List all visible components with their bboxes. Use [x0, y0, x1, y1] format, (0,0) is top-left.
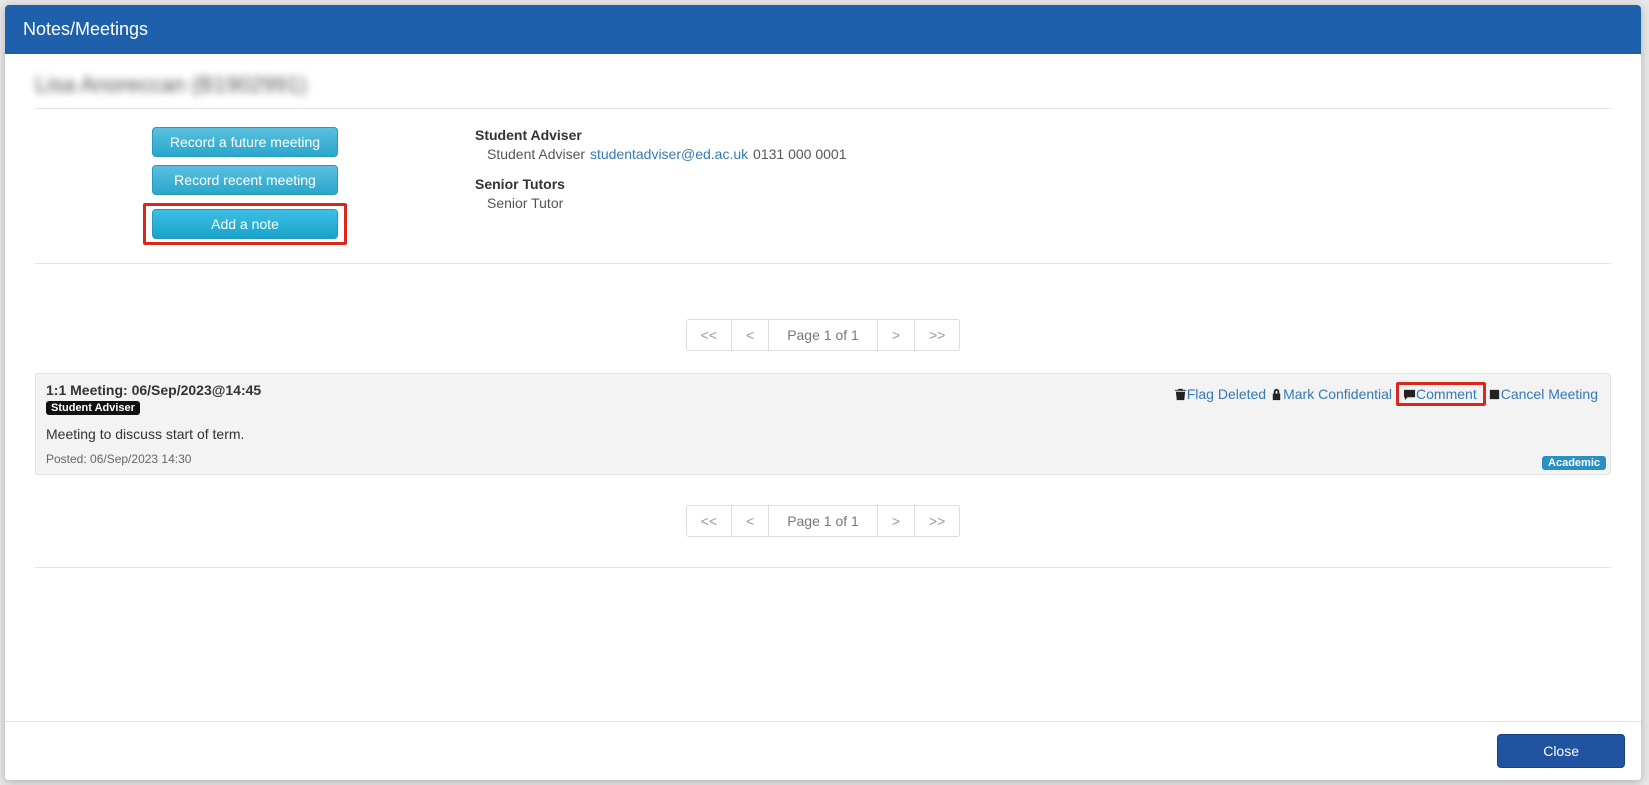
student-name: Lisa Anoreccan (B1902991)	[35, 72, 1611, 98]
record-recent-meeting-button[interactable]: Record recent meeting	[152, 165, 338, 195]
note-category-badge: Academic	[1542, 456, 1606, 470]
top-section: Record a future meeting Record recent me…	[35, 127, 1611, 245]
divider	[35, 263, 1611, 264]
student-adviser-row: Student Adviser studentadviser@ed.ac.uk …	[475, 146, 1611, 162]
pagination-top: << < Page 1 of 1 > >>	[35, 319, 1611, 351]
page-next-button[interactable]: >	[877, 319, 915, 351]
notes-meetings-modal: Notes/Meetings Lisa Anoreccan (B1902991)…	[5, 5, 1641, 780]
comment-highlight: Comment	[1396, 382, 1486, 406]
mark-confidential-link[interactable]: Mark Confidential	[1283, 386, 1392, 402]
modal-header: Notes/Meetings	[5, 5, 1641, 54]
note-title: 1:1 Meeting: 06/Sep/2023@14:45	[46, 382, 261, 398]
note-posted: Posted: 06/Sep/2023 14:30	[46, 452, 1600, 466]
add-a-note-button[interactable]: Add a note	[152, 209, 338, 239]
page-first-button[interactable]: <<	[686, 319, 732, 351]
divider	[35, 108, 1611, 109]
adviser-email-link[interactable]: studentadviser@ed.ac.uk	[590, 146, 748, 162]
pagination-bottom: << < Page 1 of 1 > >>	[35, 505, 1611, 537]
senior-tutors-heading: Senior Tutors	[475, 176, 1611, 192]
senior-tutor-row: Senior Tutor	[475, 195, 1611, 211]
page-first-button[interactable]: <<	[686, 505, 732, 537]
page-label: Page 1 of 1	[768, 319, 878, 351]
tutor-role: Senior Tutor	[487, 195, 563, 211]
divider	[35, 567, 1611, 568]
cancel-meeting-group: Cancel Meeting	[1488, 386, 1600, 402]
add-note-highlight: Add a note	[143, 203, 347, 245]
page-label: Page 1 of 1	[768, 505, 878, 537]
trash-icon	[1174, 388, 1187, 401]
modal-title: Notes/Meetings	[23, 19, 148, 39]
page-last-button[interactable]: >>	[914, 319, 960, 351]
note-actions: Flag Deleted Mark Confidential Comment	[1174, 382, 1600, 406]
comment-link[interactable]: Comment	[1416, 386, 1477, 402]
note-role-badge: Student Adviser	[46, 401, 140, 415]
note-title-block: 1:1 Meeting: 06/Sep/2023@14:45 Student A…	[46, 382, 261, 416]
info-column: Student Adviser Student Adviser studenta…	[475, 127, 1611, 245]
page-prev-button[interactable]: <	[731, 319, 769, 351]
modal-footer: Close	[5, 721, 1641, 780]
page-next-button[interactable]: >	[877, 505, 915, 537]
flag-deleted-group: Flag Deleted	[1174, 386, 1268, 402]
page-last-button[interactable]: >>	[914, 505, 960, 537]
adviser-phone: 0131 000 0001	[753, 146, 846, 162]
lock-icon	[1270, 388, 1283, 401]
note-item: 1:1 Meeting: 06/Sep/2023@14:45 Student A…	[35, 373, 1611, 475]
mark-confidential-group: Mark Confidential	[1270, 386, 1394, 402]
action-buttons-column: Record a future meeting Record recent me…	[35, 127, 455, 245]
stop-icon	[1488, 388, 1501, 401]
student-adviser-heading: Student Adviser	[475, 127, 1611, 143]
cancel-meeting-link[interactable]: Cancel Meeting	[1501, 386, 1598, 402]
note-head: 1:1 Meeting: 06/Sep/2023@14:45 Student A…	[46, 382, 1600, 416]
modal-body[interactable]: Lisa Anoreccan (B1902991) Record a futur…	[5, 54, 1641, 721]
note-body: Meeting to discuss start of term.	[46, 426, 1600, 442]
close-button[interactable]: Close	[1497, 734, 1625, 768]
flag-deleted-link[interactable]: Flag Deleted	[1187, 386, 1266, 402]
page-prev-button[interactable]: <	[731, 505, 769, 537]
adviser-role: Student Adviser	[487, 146, 585, 162]
record-future-meeting-button[interactable]: Record a future meeting	[152, 127, 338, 157]
comment-icon	[1403, 388, 1416, 401]
